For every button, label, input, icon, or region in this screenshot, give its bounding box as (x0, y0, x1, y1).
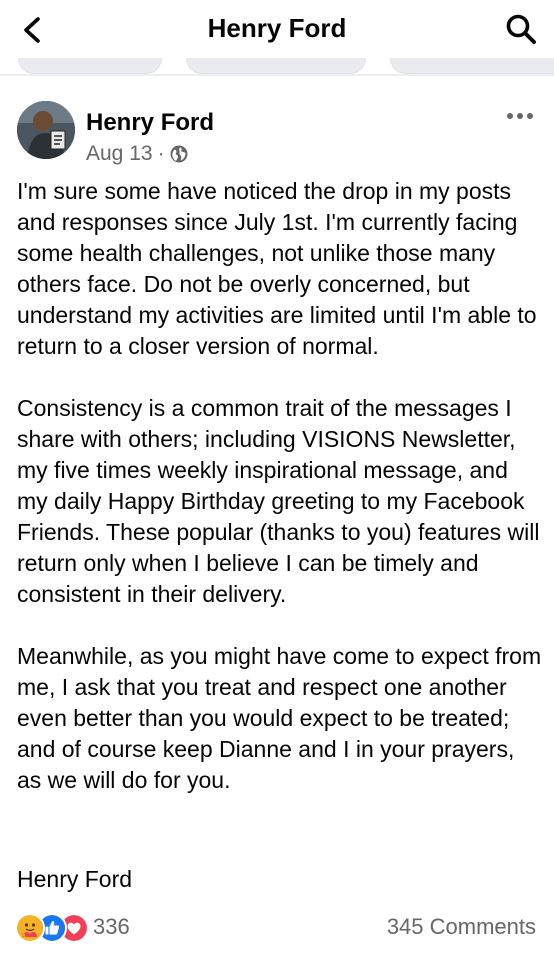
search-icon (506, 14, 536, 44)
reaction-count: 336 (93, 914, 130, 939)
avatar[interactable] (17, 101, 75, 159)
more-horizontal-icon (507, 113, 533, 119)
page-title: Henry Ford (207, 13, 347, 43)
header-divider (0, 74, 554, 76)
post-author-name[interactable]: Henry Ford (86, 109, 214, 137)
post-paragraph: I'm sure some have noticed the drop in m… (17, 178, 537, 359)
reaction-icons (15, 913, 89, 943)
top-bar: Henry Ford (0, 0, 554, 58)
search-button[interactable] (502, 10, 540, 48)
post-paragraph: Consistency is a common trait of the mes… (17, 395, 540, 607)
meta-separator: · (157, 142, 165, 165)
comments-count-link[interactable]: 345 Comments (387, 913, 536, 941)
globe-icon (170, 145, 188, 163)
post-date[interactable]: Aug 13 (86, 142, 153, 166)
post-paragraph: Meanwhile, as you might have come to exp… (17, 643, 542, 793)
more-options-button[interactable] (503, 104, 537, 128)
post-signoff: Henry Ford (17, 866, 133, 892)
reactions-summary[interactable]: 336 (15, 912, 130, 943)
care-icon (15, 913, 45, 943)
post-meta: Aug 13 · (86, 141, 188, 167)
post-text: I'm sure some have noticed the drop in m… (17, 176, 542, 796)
filter-chip[interactable] (186, 58, 366, 74)
filter-chip[interactable] (18, 58, 162, 74)
filter-chip[interactable] (390, 58, 554, 74)
